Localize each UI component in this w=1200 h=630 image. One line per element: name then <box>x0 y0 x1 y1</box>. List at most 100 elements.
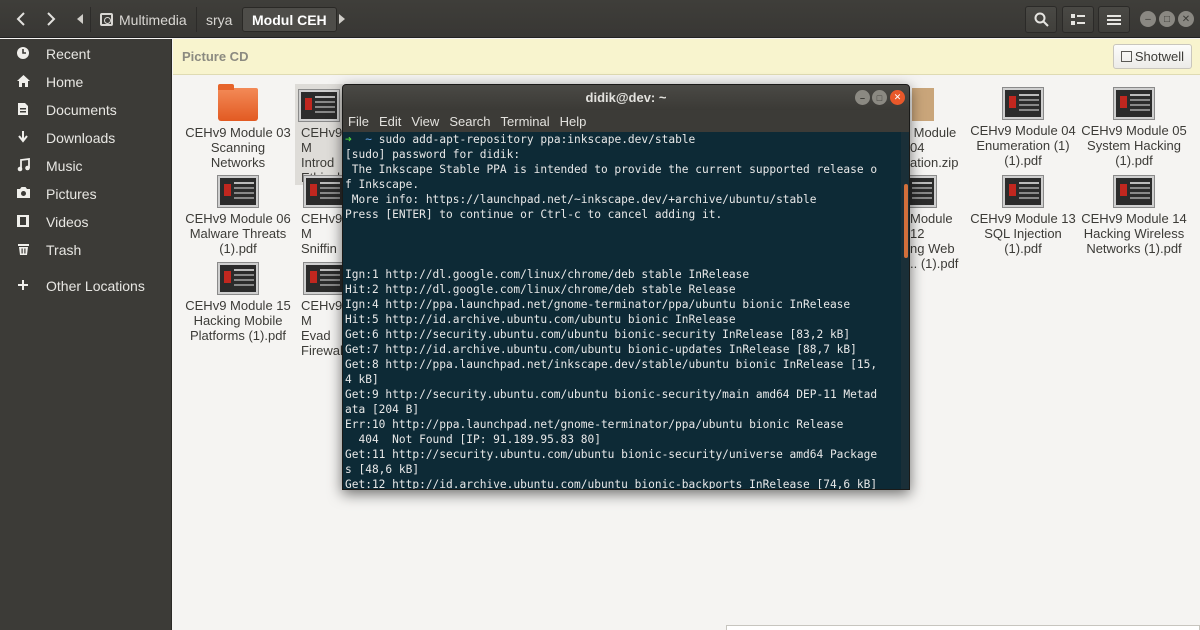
back-button[interactable] <box>6 0 36 38</box>
maximize-icon: □ <box>876 92 883 103</box>
menu-help[interactable]: Help <box>560 114 587 129</box>
minimize-icon: – <box>859 92 865 103</box>
path-scroll-right-button[interactable] <box>334 0 350 38</box>
terminal-line: Ign:4 http://ppa.launchpad.net/gnome-ter… <box>345 298 851 311</box>
sidebar-item-label: Pictures <box>46 186 97 202</box>
sidebar-item-home[interactable]: Home <box>0 68 172 96</box>
bottom-panel-edge <box>726 625 1200 630</box>
pdf-thumbnail-icon <box>218 263 258 294</box>
maximize-button[interactable]: □ <box>1159 11 1175 27</box>
file-item[interactable]: CEHv9 M Sniffin <box>295 176 344 271</box>
file-label: CEHv9 Module 05 System Hacking (1).pdf <box>1081 123 1187 168</box>
file-label: CEHv9 Module 04 Enumeration (1) (1).pdf <box>970 123 1076 168</box>
sidebar-item-downloads[interactable]: Downloads <box>0 124 172 152</box>
search-button[interactable] <box>1025 6 1057 33</box>
header-bar: Multimedia srya Modul CEH – □ ✕ <box>0 0 1200 38</box>
folder-icon <box>218 84 258 121</box>
file-label: Module 04 ation.zip <box>910 125 959 170</box>
breadcrumb-modul-ceh[interactable]: Modul CEH <box>242 7 337 32</box>
file-item[interactable]: CEHv9 Module 06 Malware Threats (1).pdf <box>183 176 293 256</box>
breadcrumb-label: Modul CEH <box>252 11 327 28</box>
sidebar-item-label: Home <box>46 74 84 90</box>
list-view-icon <box>1071 13 1085 25</box>
menu-view[interactable]: View <box>411 114 439 129</box>
file-item[interactable]: CEHv9 Module 15 Hacking Mobile Platforms (… <box>183 263 293 343</box>
sidebar-item-recent[interactable]: Recent <box>0 40 172 68</box>
breadcrumb-srya[interactable]: srya <box>196 7 241 32</box>
file-item[interactable]: CEHv9 Module 03 Scanning Networks <box>183 84 293 170</box>
sidebar-item-trash[interactable]: Trash <box>0 236 172 264</box>
path-scroll-left-button[interactable] <box>72 0 88 38</box>
terminal-scrollbar-thumb[interactable] <box>904 184 908 258</box>
terminal-menubar: File Edit View Search Terminal Help <box>343 110 909 132</box>
file-item[interactable]: CEHv9 Module 04 Enumeration (1) (1).pdf <box>968 88 1078 168</box>
terminal-line: Get:11 http://security.ubuntu.com/ubuntu… <box>345 448 878 461</box>
file-label: CEHv9 Module 14 Hacking Wireless Networks … <box>1081 211 1187 256</box>
pdf-thumbnail-icon <box>218 176 258 207</box>
sidebar-item-documents[interactable]: Documents <box>0 96 172 124</box>
menu-search[interactable]: Search <box>449 114 490 129</box>
terminal-output[interactable]: ➜ ~ sudo add-apt-repository ppa:inkscape… <box>343 132 903 489</box>
chevron-left-icon <box>16 12 25 26</box>
file-item[interactable]: CEHv9 Module 14 Hacking Wireless Networks … <box>1079 176 1189 256</box>
shotwell-icon <box>1120 51 1132 62</box>
terminal-close-button[interactable]: ✕ <box>890 90 905 105</box>
pdf-thumbnail-icon <box>1114 88 1154 119</box>
music-icon <box>0 157 46 175</box>
minimize-button[interactable]: – <box>1140 11 1156 27</box>
close-button[interactable]: ✕ <box>1178 11 1194 27</box>
terminal-titlebar[interactable]: didik@dev: ~ – □ ✕ <box>343 85 909 110</box>
terminal-line: Hit:2 http://dl.google.com/linux/chrome/… <box>345 283 736 296</box>
terminal-line: ata [204 B] <box>345 403 420 416</box>
terminal-minimize-button[interactable]: – <box>855 90 870 105</box>
menu-terminal[interactable]: Terminal <box>501 114 550 129</box>
breadcrumb-label: srya <box>206 11 233 28</box>
view-toggle-button[interactable] <box>1062 6 1094 33</box>
film-icon <box>0 214 46 231</box>
breadcrumb-multimedia[interactable]: Multimedia <box>90 7 196 32</box>
breadcrumb-label: Multimedia <box>119 11 187 28</box>
terminal-line: More info: https://launchpad.net/~inksca… <box>345 193 817 206</box>
hamburger-icon <box>1107 14 1121 25</box>
file-item[interactable]: CEHv9 MIntrodEthical <box>295 84 343 185</box>
clock-icon <box>0 46 46 63</box>
maximize-icon: □ <box>1163 13 1171 25</box>
file-item[interactable]: CEHv9 M Evad Firewal <box>295 263 344 358</box>
sidebar-item-pictures[interactable]: Pictures <box>0 180 172 208</box>
file-item[interactable]: Module 04 ation.zip <box>910 88 970 170</box>
pdf-thumbnail-icon <box>1003 176 1043 207</box>
terminal-window[interactable]: didik@dev: ~ – □ ✕ File Edit View Search… <box>342 84 910 490</box>
close-icon: ✕ <box>1181 13 1191 25</box>
file-item[interactable]: CEHv9 Module 13 SQL Injection (1).pdf <box>968 176 1078 256</box>
prompt-arrow-icon: ➜ <box>345 133 352 146</box>
pdf-thumbnail-icon <box>1003 88 1043 119</box>
download-icon <box>0 130 46 147</box>
close-icon: ✕ <box>893 92 902 102</box>
sidebar-item-music[interactable]: Music <box>0 152 172 180</box>
forward-button[interactable] <box>36 0 66 38</box>
terminal-scrollbar[interactable] <box>901 132 909 489</box>
file-item[interactable]: CEHv9 Module 05 System Hacking (1).pdf <box>1079 88 1189 168</box>
file-item[interactable]: Module 12 ng Web.. (1).pdf <box>896 176 970 271</box>
menu-file[interactable]: File <box>348 114 369 129</box>
sidebar-item-label: Music <box>46 158 83 174</box>
home-icon <box>0 74 46 91</box>
terminal-maximize-button[interactable]: □ <box>872 90 887 105</box>
sidebar-item-other-locations[interactable]: Other Locations <box>0 272 172 300</box>
sidebar-item-label: Documents <box>46 102 117 118</box>
picture-cd-infobar: Picture CD Shotwell <box>173 39 1200 75</box>
plus-icon <box>0 278 46 294</box>
chevron-right-icon <box>47 12 56 26</box>
sidebar-item-videos[interactable]: Videos <box>0 208 172 236</box>
terminal-prompt-line: ➜ ~ sudo add-apt-repository ppa:inkscape… <box>345 132 901 147</box>
infobar-label: Picture CD <box>182 49 249 64</box>
terminal-line: Hit:5 http://id.archive.ubuntu.com/ubunt… <box>345 313 736 326</box>
menu-edit[interactable]: Edit <box>379 114 401 129</box>
document-icon <box>0 102 46 119</box>
pdf-thumbnail-icon <box>304 176 344 207</box>
prompt-dir: ~ <box>365 133 372 146</box>
menu-button[interactable] <box>1098 6 1130 33</box>
open-shotwell-button[interactable]: Shotwell <box>1112 44 1192 69</box>
